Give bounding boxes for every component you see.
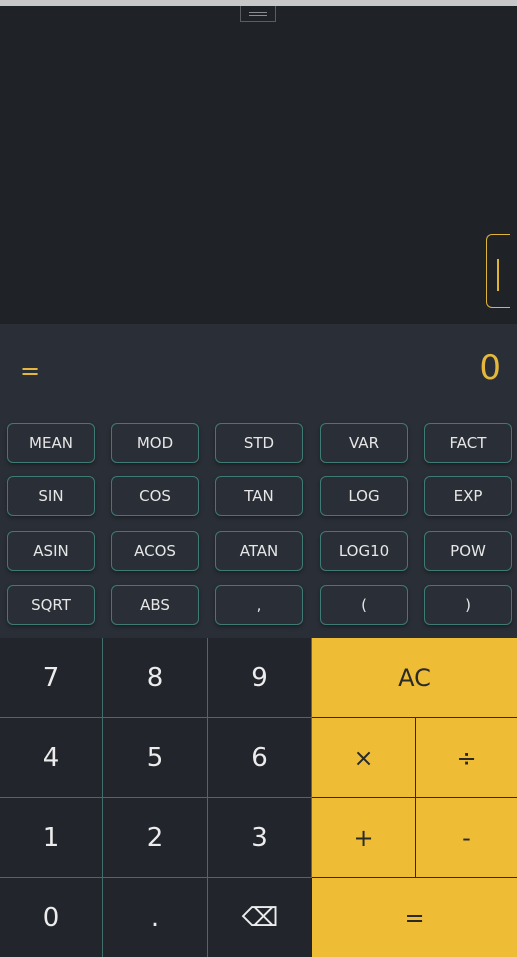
key-9[interactable]: 9: [208, 638, 312, 718]
divide-button[interactable]: ÷: [416, 718, 517, 798]
key-3[interactable]: 3: [208, 798, 312, 878]
key-8[interactable]: 8: [103, 638, 208, 718]
acos-button[interactable]: ACOS: [111, 531, 199, 571]
exp-button[interactable]: EXP: [424, 476, 512, 516]
key-1[interactable]: 1: [0, 798, 103, 878]
key-7[interactable]: 7: [0, 638, 103, 718]
history-area: [0, 6, 517, 324]
subtract-button[interactable]: -: [416, 798, 517, 878]
drag-handle-line: [249, 15, 267, 16]
key-6[interactable]: 6: [208, 718, 312, 798]
atan-button[interactable]: ATAN: [215, 531, 303, 571]
std-button[interactable]: STD: [215, 423, 303, 463]
fact-button[interactable]: FACT: [424, 423, 512, 463]
cos-button[interactable]: COS: [111, 476, 199, 516]
sin-button[interactable]: SIN: [7, 476, 95, 516]
drag-handle[interactable]: [240, 6, 276, 22]
history-drawer-tab[interactable]: [486, 234, 510, 308]
tan-button[interactable]: TAN: [215, 476, 303, 516]
close-paren-button[interactable]: ): [424, 585, 512, 625]
log10-button[interactable]: LOG10: [320, 531, 408, 571]
scientific-panel: MEAN MOD STD VAR FACT SIN COS TAN LOG EX…: [0, 408, 517, 638]
key-4[interactable]: 4: [0, 718, 103, 798]
comma-button[interactable]: ,: [215, 585, 303, 625]
multiply-button[interactable]: ×: [312, 718, 416, 798]
key-0[interactable]: 0: [0, 878, 103, 957]
mod-button[interactable]: MOD: [111, 423, 199, 463]
clear-button[interactable]: AC: [312, 638, 517, 718]
sqrt-button[interactable]: SQRT: [7, 585, 95, 625]
display-result: 0: [479, 348, 501, 388]
abs-button[interactable]: ABS: [111, 585, 199, 625]
key-2[interactable]: 2: [103, 798, 208, 878]
backspace-button[interactable]: ⌫: [208, 878, 312, 957]
equals-button[interactable]: =: [312, 878, 517, 957]
decimal-button[interactable]: .: [103, 878, 208, 957]
display-panel: [0, 324, 517, 408]
mean-button[interactable]: MEAN: [7, 423, 95, 463]
open-paren-button[interactable]: (: [320, 585, 408, 625]
drawer-tab-line: [497, 259, 499, 291]
pow-button[interactable]: POW: [424, 531, 512, 571]
asin-button[interactable]: ASIN: [7, 531, 95, 571]
keypad: 7 8 9 AC 4 5 6 × ÷ 1 2 3 + - 0 . ⌫ =: [0, 638, 517, 957]
var-button[interactable]: VAR: [320, 423, 408, 463]
key-5[interactable]: 5: [103, 718, 208, 798]
display-equals-sign: =: [20, 357, 41, 385]
drag-handle-line: [249, 12, 267, 13]
log-button[interactable]: LOG: [320, 476, 408, 516]
add-button[interactable]: +: [312, 798, 416, 878]
calculator-app: = 0 MEAN MOD STD VAR FACT SIN COS TAN LO…: [0, 0, 517, 957]
